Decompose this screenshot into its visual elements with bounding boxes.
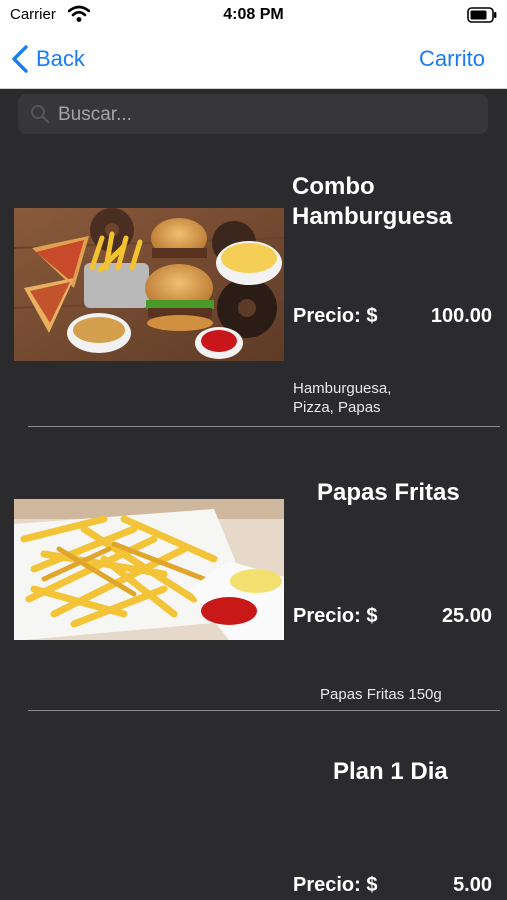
description-line1: Hamburguesa, (293, 380, 392, 397)
product-title-line2: Hamburguesa (292, 203, 453, 230)
cart-button[interactable]: Carrito (419, 46, 485, 72)
row-divider (28, 710, 500, 711)
navigation-bar: Back Carrito (0, 30, 507, 89)
status-bar: Carrier 4:08 PM (0, 0, 507, 30)
burger-combo-image (14, 208, 284, 361)
price-label: Precio: $ (293, 874, 378, 896)
price-value: 25.00 (441, 605, 492, 627)
price-label: Precio: $ (293, 305, 378, 327)
battery-icon (467, 7, 497, 23)
product-title: Papas Fritas (317, 479, 460, 506)
status-time: 4:08 PM (223, 6, 284, 23)
price-value: 5.00 (453, 874, 492, 896)
back-button[interactable]: Back (10, 42, 85, 76)
product-title: Plan 1 Dia (333, 758, 448, 785)
product-row-combo-hamburguesa[interactable]: Combo Hamburguesa Precio: $ 100.00 Hambu… (0, 150, 507, 430)
price-value: 100.00 (430, 305, 492, 327)
search-input[interactable] (56, 94, 480, 136)
french-fries-image (14, 499, 284, 640)
chevron-left-icon (12, 45, 28, 73)
search-icon (31, 105, 50, 124)
product-row-papas-fritas[interactable]: Papas Fritas Precio: $ 25.00 Papas Frita… (0, 430, 507, 710)
price-label: Precio: $ (293, 605, 378, 627)
description-line2: Pizza, Papas (293, 399, 381, 416)
back-label: Back (36, 46, 85, 71)
product-description: Papas Fritas 150g (320, 686, 442, 703)
product-title: Combo Hamburguesa (292, 172, 452, 232)
search-bar (18, 94, 488, 136)
product-title-line1: Combo (292, 173, 375, 200)
row-divider (28, 426, 500, 427)
product-row-plan-1-dia[interactable]: Plan 1 Dia Precio: $ 5.00 (0, 714, 507, 900)
product-description: Hamburguesa, Pizza, Papas (293, 379, 391, 417)
